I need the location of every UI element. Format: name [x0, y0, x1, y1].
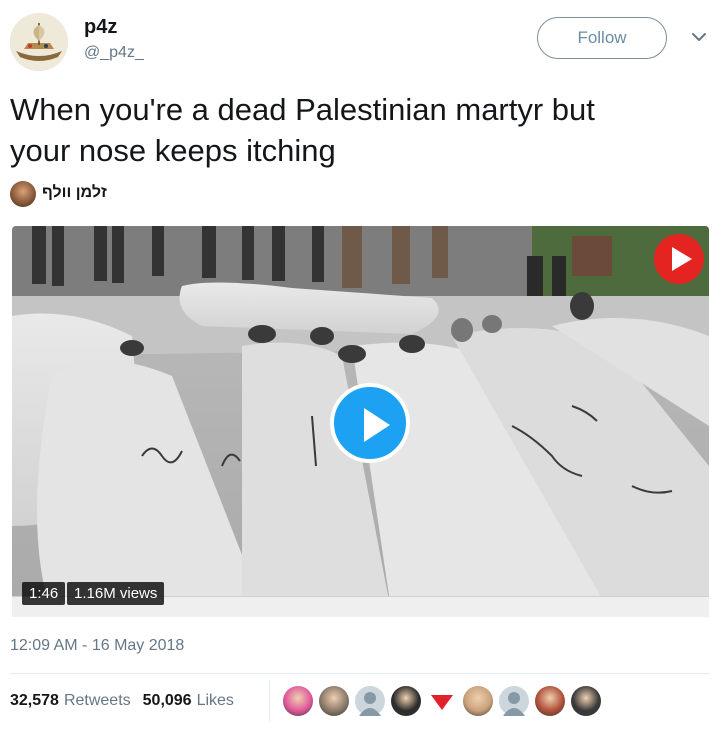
mention-name[interactable]: זלמן וולף: [42, 184, 107, 202]
author-handle[interactable]: @_p4z_: [84, 44, 144, 62]
liker-avatar-2[interactable]: [319, 686, 349, 716]
ship-painting-avatar-icon: [10, 13, 68, 71]
video-views: 1.16M views: [67, 582, 165, 605]
liker-avatar-7[interactable]: [499, 686, 529, 716]
retweets-stat[interactable]: 32,578 Retweets: [10, 692, 131, 710]
follow-button[interactable]: Follow: [537, 17, 667, 59]
author-avatar[interactable]: [10, 13, 68, 71]
video-duration: 1:46: [22, 582, 66, 605]
mention-avatar[interactable]: [10, 181, 36, 207]
likers-list: [283, 686, 601, 716]
retweets-count: 32,578: [10, 692, 59, 709]
liker-avatar-1[interactable]: [283, 686, 313, 716]
tweet-stats: 32,578 Retweets 50,096 Likes: [10, 692, 234, 710]
retweets-label: Retweets: [63, 692, 131, 709]
tweet-timestamp[interactable]: 12:09 AM - 16 May 2018: [10, 637, 184, 655]
play-button[interactable]: [330, 383, 410, 463]
liker-avatar-4[interactable]: [391, 686, 421, 716]
likes-label: Likes: [196, 692, 234, 709]
tweet-text-line-1: When you're a dead Palestinian martyr bu…: [10, 92, 595, 127]
liker-avatar-5[interactable]: [427, 686, 457, 716]
tweet-text: When you're a dead Palestinian martyr bu…: [10, 89, 700, 171]
play-icon: [364, 408, 390, 442]
channel-logo-icon: [654, 234, 704, 284]
liker-avatar-8[interactable]: [535, 686, 565, 716]
liker-avatar-3[interactable]: [355, 686, 385, 716]
liker-avatar-6[interactable]: [463, 686, 493, 716]
likes-stat[interactable]: 50,096 Likes: [143, 692, 234, 710]
stats-separator: [269, 680, 270, 722]
chevron-down-icon[interactable]: [690, 30, 708, 44]
author-name[interactable]: p4z: [84, 16, 117, 39]
tweet-text-line-2: your nose keeps itching: [10, 133, 336, 168]
divider: [10, 673, 710, 674]
likes-count: 50,096: [142, 692, 192, 709]
liker-avatar-9[interactable]: [571, 686, 601, 716]
